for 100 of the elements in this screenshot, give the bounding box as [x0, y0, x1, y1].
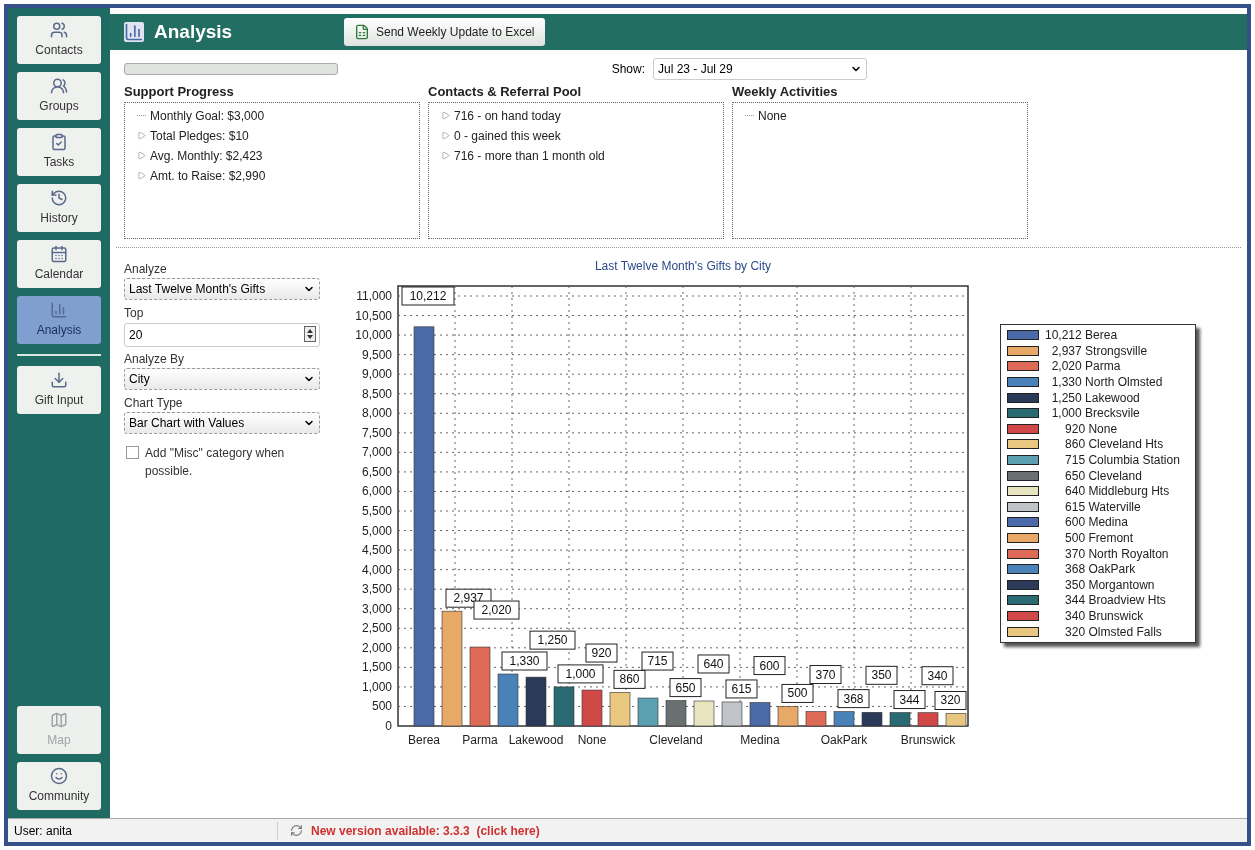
axis-tick-label: 2,000 — [361, 640, 392, 655]
axis-category-label: Parma — [462, 732, 498, 747]
value-label: 600 — [753, 655, 786, 675]
axis-tick-label: 7,000 — [361, 444, 392, 459]
expand-arrow-icon[interactable] — [441, 151, 450, 160]
sidebar-item[interactable]: Contacts — [17, 16, 101, 64]
tree-item[interactable]: Total Pledges: $10 — [150, 126, 249, 145]
axis-tick-label: 1,000 — [361, 679, 392, 694]
axis-tick-label: 3,000 — [361, 601, 392, 616]
value-label: 650 — [669, 677, 702, 697]
value-label: 1,000 — [557, 663, 604, 683]
expand-arrow-icon[interactable] — [441, 111, 450, 120]
axis-tick-label: 9,000 — [361, 366, 392, 381]
tree-item[interactable]: 716 - on hand today — [454, 106, 561, 125]
user-label: User: anita — [8, 821, 278, 840]
axis-tick-label: 9,500 — [361, 347, 392, 362]
map-icon — [50, 711, 68, 729]
axis-tick-label: 5,000 — [361, 523, 392, 538]
tree-item[interactable]: 716 - more than 1 month old — [454, 146, 605, 165]
axis-tick-label: 11,000 — [356, 288, 392, 303]
axis-tick-label: 2,500 — [361, 620, 392, 635]
axis-tick-label: 4,500 — [361, 542, 392, 557]
tree-item[interactable]: Monthly Goal: $3,000 — [150, 106, 265, 125]
legend-label: 920 None — [1064, 420, 1118, 438]
analyze-by-dropdown[interactable]: City — [124, 367, 320, 390]
axis-tick-label: 5,500 — [361, 503, 392, 518]
week-dropdown[interactable]: Jul 23 - Jul 29 — [653, 58, 867, 80]
field-label: Analyze By — [124, 350, 186, 368]
expand-arrow-icon[interactable] — [137, 151, 146, 160]
tree-item[interactable]: None — [758, 106, 787, 125]
legend-label: 860 Cleveland Hts — [1064, 436, 1164, 454]
value-label: 340 — [921, 665, 954, 685]
axis-tick-label: 8,000 — [361, 405, 392, 420]
value-label: 715 — [641, 651, 674, 671]
legend-label: 2,020 Parma — [1050, 358, 1121, 376]
sidebar-item[interactable]: Calendar — [17, 240, 101, 288]
axis-tick-label: 0 — [385, 718, 392, 733]
value-label: 1,250 — [529, 630, 576, 650]
panel-title: Contacts & Referral Pool — [428, 83, 583, 101]
chart-icon — [124, 22, 144, 42]
analyze-dropdown[interactable]: Last Twelve Month's Gifts — [124, 277, 320, 300]
axis-tick-label: 500 — [371, 698, 392, 713]
axis-category-label: Medina — [740, 732, 780, 747]
people-icon — [50, 21, 68, 39]
legend-label: 320 Olmsted Falls — [1064, 623, 1162, 641]
panel-title: Support Progress — [124, 83, 235, 101]
tree-item[interactable]: Avg. Monthly: $2,423 — [150, 146, 263, 165]
field-label: Analyze — [124, 260, 168, 278]
misc-checkbox[interactable] — [126, 445, 139, 459]
legend-label: 350 Morgantown — [1064, 576, 1155, 594]
axis-tick-label: 7,500 — [361, 425, 392, 440]
sidebar-item[interactable]: Analysis — [17, 296, 101, 344]
legend-label: 344 Broadview Hts — [1064, 592, 1166, 610]
value-label: 920 — [585, 643, 618, 663]
tree-item[interactable]: Amt. to Raise: $2,990 — [150, 166, 266, 185]
axis-category-label: Cleveland — [649, 732, 703, 747]
axis-category-label: Berea — [408, 732, 440, 747]
sidebar-item[interactable]: Groups — [17, 72, 101, 120]
top-spinner[interactable]: 20 — [124, 322, 320, 347]
export-button[interactable]: Send Weekly Update to Excel — [344, 18, 545, 46]
sidebar-item[interactable]: Tasks — [17, 128, 101, 176]
axis-tick-label: 4,000 — [361, 562, 392, 577]
value-label: 370 — [809, 664, 842, 684]
legend-label: 340 Brunswick — [1064, 608, 1144, 625]
axis-tick-label: 10,000 — [355, 327, 392, 342]
axis-tick-label: 3,500 — [361, 581, 392, 596]
panel-title: Weekly Activities — [732, 83, 839, 101]
legend-label: 1,000 Brecksvile — [1050, 405, 1140, 423]
expand-arrow-icon[interactable] — [441, 131, 450, 140]
legend-label: 1,330 North Olmsted — [1050, 374, 1163, 392]
value-label: 1,330 — [501, 651, 548, 670]
axis-category-label: Brunswick — [900, 732, 956, 747]
update-link[interactable]: New version available: 3.3.3 (click here) — [311, 821, 540, 840]
axis-category-label: OakPark — [820, 732, 868, 747]
legend-label: 10,212 Berea — [1044, 327, 1118, 345]
legend-label: 650 Cleveland — [1064, 467, 1142, 485]
expand-arrow-icon[interactable] — [137, 131, 146, 140]
tree-line — [745, 115, 754, 116]
chart-type-dropdown[interactable]: Bar Chart with Values — [124, 411, 320, 434]
page-title: Analysis — [154, 19, 234, 44]
expand-arrow-icon[interactable] — [137, 171, 146, 180]
axis-category-label: Lakewood — [508, 732, 564, 747]
download-icon — [50, 371, 68, 389]
value-label: 640 — [697, 654, 730, 673]
value-label: 10,212 — [401, 286, 455, 305]
axis-tick-label: 6,500 — [361, 464, 392, 479]
value-label: 368 — [837, 688, 870, 708]
sidebar-item[interactable]: Gift Input — [17, 366, 101, 414]
axis-tick-label: 1,500 — [361, 659, 392, 674]
value-label: 344 — [893, 689, 926, 709]
axis-tick-label: 6,000 — [361, 483, 392, 498]
legend-label: 368 OakPark — [1064, 561, 1136, 579]
spinner-arrows-icon[interactable] — [304, 325, 316, 342]
sidebar-item[interactable]: History — [17, 184, 101, 232]
bar-chart-icon — [50, 301, 68, 319]
tree-item[interactable]: 0 - gained this week — [454, 126, 561, 145]
legend-label: 1,250 Lakewood — [1050, 389, 1140, 407]
clock-icon — [50, 189, 68, 207]
sidebar-item[interactable]: Community — [17, 762, 101, 810]
axis-tick-label: 8,500 — [361, 386, 392, 401]
